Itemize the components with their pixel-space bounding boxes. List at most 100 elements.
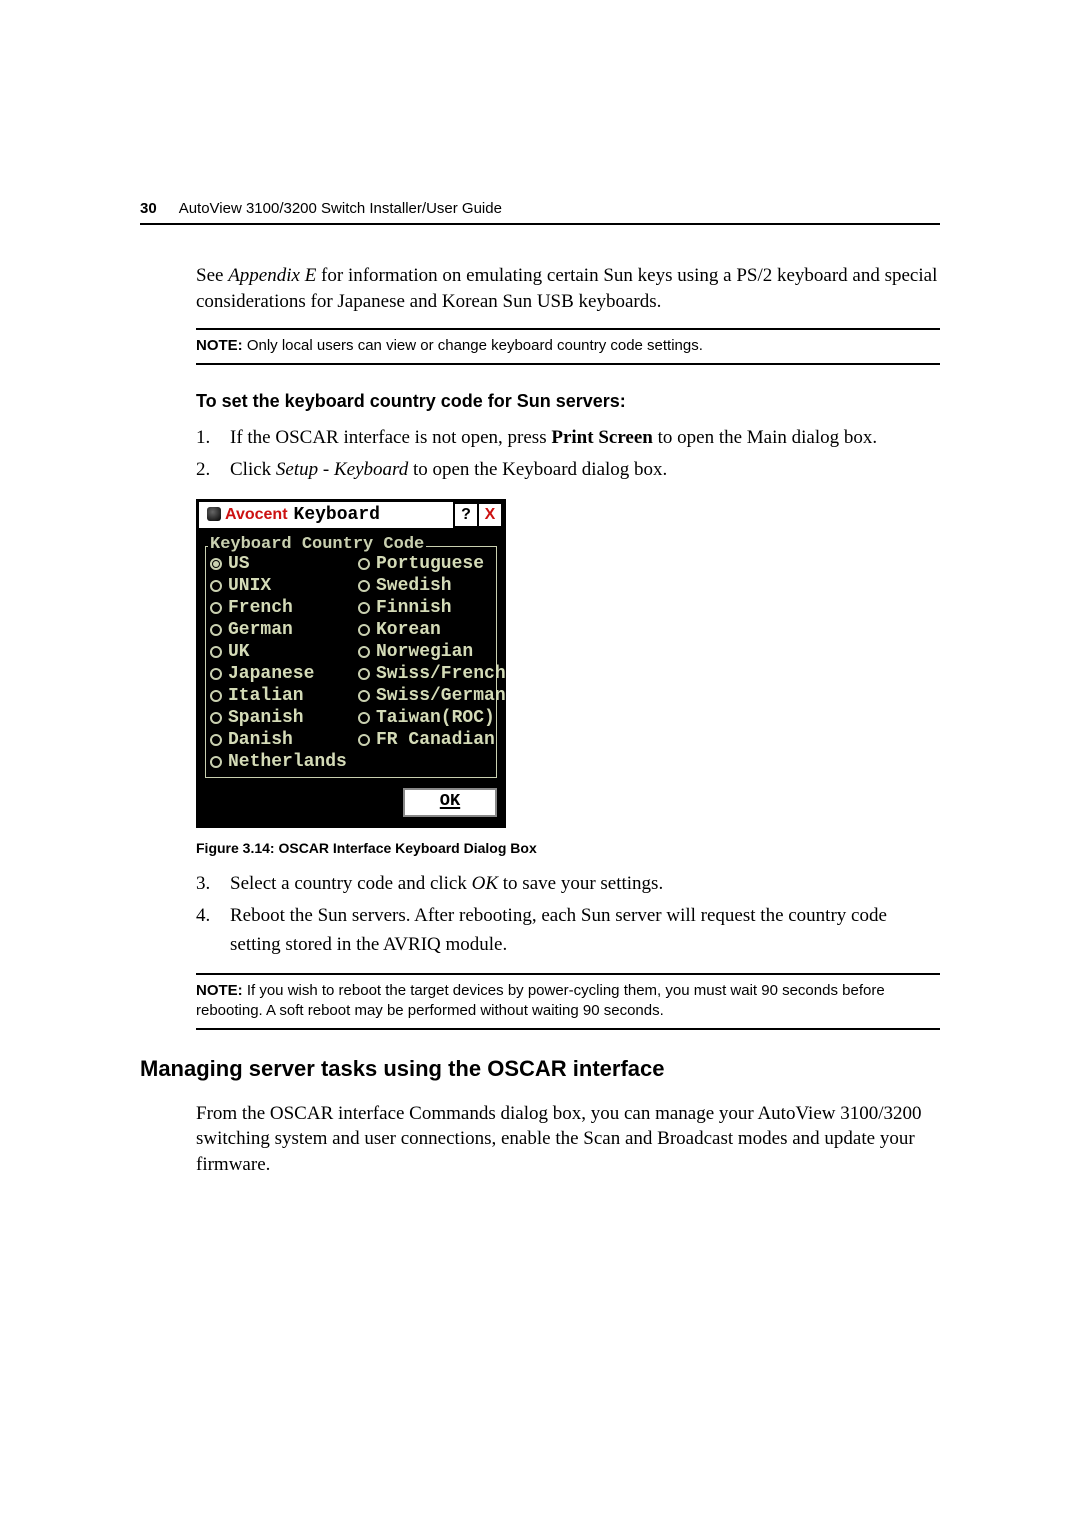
radio-option[interactable]: Norwegian bbox=[358, 641, 473, 663]
steps-list-1: 1. If the OSCAR interface is not open, p… bbox=[196, 424, 940, 485]
radio-option[interactable]: Japanese bbox=[210, 663, 358, 685]
page-header: 30 AutoView 3100/3200 Switch Installer/U… bbox=[140, 200, 940, 225]
radio-icon bbox=[210, 712, 222, 724]
radio-icon bbox=[210, 558, 222, 570]
radio-label: Taiwan(ROC) bbox=[376, 707, 495, 729]
radio-option[interactable]: Danish bbox=[210, 729, 358, 751]
radio-row: German Korean bbox=[210, 619, 492, 641]
step-number: 2. bbox=[196, 456, 230, 485]
section-heading: Managing server tasks using the OSCAR in… bbox=[140, 1056, 940, 1082]
radio-option[interactable]: Swiss/German bbox=[358, 685, 506, 707]
help-icon: ? bbox=[461, 506, 471, 524]
step-2-pre: Click bbox=[230, 459, 276, 480]
radio-icon bbox=[210, 756, 222, 768]
step-2-menu: Setup - Keyboard bbox=[276, 459, 408, 480]
step-1-key: Print Screen bbox=[551, 427, 653, 448]
radio-icon bbox=[210, 602, 222, 614]
step-number: 4. bbox=[196, 902, 230, 959]
radio-label: Swiss/German bbox=[376, 685, 506, 707]
doc-title: AutoView 3100/3200 Switch Installer/User… bbox=[179, 200, 502, 217]
radio-icon bbox=[210, 624, 222, 636]
radio-option[interactable]: Taiwan(ROC) bbox=[358, 707, 495, 729]
intro-paragraph: See Appendix E for information on emulat… bbox=[196, 263, 940, 314]
step-4: 4. Reboot the Sun servers. After rebooti… bbox=[196, 902, 940, 959]
step-text: Reboot the Sun servers. After rebooting,… bbox=[230, 902, 940, 959]
keyboard-dialog: Avocent Keyboard ? X Keyboard Country Co… bbox=[196, 499, 506, 828]
radio-option[interactable]: Netherlands bbox=[210, 751, 358, 773]
radio-label: UK bbox=[228, 641, 250, 663]
radio-label: Swedish bbox=[376, 575, 452, 597]
dialog-titlebar: Avocent Keyboard ? X bbox=[199, 502, 503, 530]
radio-icon bbox=[358, 558, 370, 570]
radio-label: FR Canadian bbox=[376, 729, 495, 751]
step-number: 3. bbox=[196, 870, 230, 899]
step-3-pre: Select a country code and click bbox=[230, 873, 472, 894]
step-text: Click Setup - Keyboard to open the Keybo… bbox=[230, 456, 940, 485]
radio-icon bbox=[210, 734, 222, 746]
page-number: 30 bbox=[140, 200, 157, 217]
radio-option[interactable]: FR Canadian bbox=[358, 729, 495, 751]
step-1-post: to open the Main dialog box. bbox=[653, 427, 877, 448]
radio-label: German bbox=[228, 619, 293, 641]
radio-option[interactable]: US bbox=[210, 553, 358, 575]
radio-row: Netherlands bbox=[210, 751, 492, 773]
step-1-pre: If the OSCAR interface is not open, pres… bbox=[230, 427, 551, 448]
radio-option[interactable]: Korean bbox=[358, 619, 441, 641]
intro-pre: See bbox=[196, 265, 228, 286]
steps-list-2: 3. Select a country code and click OK to… bbox=[196, 870, 940, 960]
radio-option[interactable]: French bbox=[210, 597, 358, 619]
radio-row: ItalianSwiss/German bbox=[210, 685, 492, 707]
radio-icon bbox=[210, 668, 222, 680]
radio-icon bbox=[210, 646, 222, 658]
help-button[interactable]: ? bbox=[453, 502, 479, 528]
radio-option[interactable]: Spanish bbox=[210, 707, 358, 729]
radio-icon bbox=[358, 690, 370, 702]
radio-label: Spanish bbox=[228, 707, 304, 729]
radio-icon bbox=[358, 624, 370, 636]
radio-option[interactable]: UK bbox=[210, 641, 358, 663]
step-3-post: to save your settings. bbox=[498, 873, 663, 894]
radio-option[interactable]: German bbox=[210, 619, 358, 641]
note-text: Only local users can view or change keyb… bbox=[243, 337, 703, 354]
radio-option[interactable]: Swiss/French bbox=[358, 663, 506, 685]
radio-row: Spanish Taiwan(ROC) bbox=[210, 707, 492, 729]
close-button[interactable]: X bbox=[477, 502, 503, 528]
radio-option[interactable]: Finnish bbox=[358, 597, 452, 619]
radio-row: US Portuguese bbox=[210, 553, 492, 575]
step-2: 2. Click Setup - Keyboard to open the Ke… bbox=[196, 456, 940, 485]
radio-label: Italian bbox=[228, 685, 304, 707]
radio-label: US bbox=[228, 553, 250, 575]
radio-icon bbox=[358, 734, 370, 746]
radio-row: French Finnish bbox=[210, 597, 492, 619]
closing-paragraph: From the OSCAR interface Commands dialog… bbox=[196, 1101, 940, 1178]
radio-option[interactable]: UNIX bbox=[210, 575, 358, 597]
radio-icon bbox=[358, 668, 370, 680]
radio-label: Portuguese bbox=[376, 553, 484, 575]
group-legend: Keyboard Country Code bbox=[208, 535, 426, 554]
radio-label: Norwegian bbox=[376, 641, 473, 663]
radio-row: UK Norwegian bbox=[210, 641, 492, 663]
ok-label: OK bbox=[440, 792, 460, 811]
radio-label: Finnish bbox=[376, 597, 452, 619]
step-text: Select a country code and click OK to sa… bbox=[230, 870, 940, 899]
intro-appendix-ref: Appendix E bbox=[228, 265, 316, 286]
figure-caption: Figure 3.14: OSCAR Interface Keyboard Di… bbox=[196, 840, 940, 856]
radio-icon bbox=[358, 712, 370, 724]
radio-option[interactable]: Italian bbox=[210, 685, 358, 707]
radio-icon bbox=[358, 580, 370, 592]
note-label: NOTE: bbox=[196, 982, 243, 999]
note-label: NOTE: bbox=[196, 337, 243, 354]
ok-button[interactable]: OK bbox=[403, 788, 497, 817]
step-3-ok: OK bbox=[472, 873, 498, 894]
dialog-title: Keyboard bbox=[294, 505, 380, 525]
radio-label: French bbox=[228, 597, 293, 619]
radio-icon bbox=[210, 580, 222, 592]
step-1: 1. If the OSCAR interface is not open, p… bbox=[196, 424, 940, 453]
radio-option[interactable]: Portuguese bbox=[358, 553, 484, 575]
brand-logo: Avocent bbox=[207, 506, 288, 524]
radio-row: Danish FR Canadian bbox=[210, 729, 492, 751]
radio-option[interactable]: Swedish bbox=[358, 575, 452, 597]
radio-icon bbox=[358, 602, 370, 614]
note-box-2: NOTE: If you wish to reboot the target d… bbox=[196, 973, 940, 1030]
radio-label: Netherlands bbox=[228, 751, 347, 773]
